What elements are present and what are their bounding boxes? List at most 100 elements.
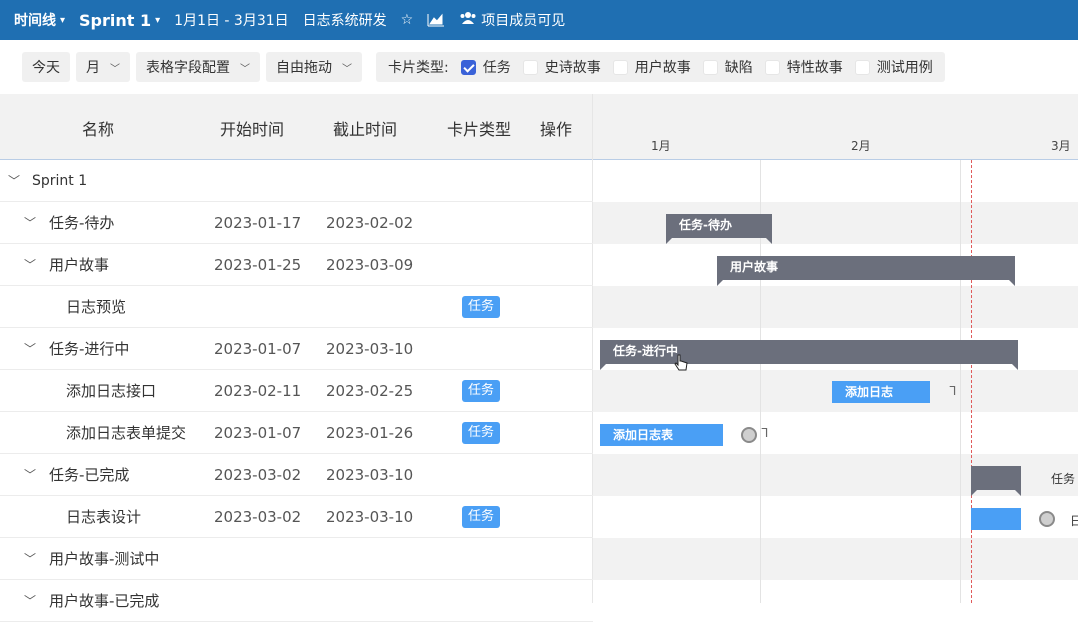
task-bar-design[interactable] [971,508,1021,530]
chevron-down-icon: ﹀ [342,63,352,75]
grid-line [960,160,961,603]
card-type-label-task: 任务 [482,60,511,76]
card-type-checkbox-feature[interactable] [764,59,780,75]
card-type-filter: 卡片类型: 任务 史诗故事 用户故事 缺陷 特性故事 测试用例 [376,52,945,82]
group-bar-done[interactable] [971,466,1021,496]
row-start-date: 2023-03-02 [214,507,302,526]
field-config-label: 表格字段配置 [146,60,230,76]
row-name: 日志预览 [66,298,127,316]
scale-select[interactable]: 月 ﹀ [76,52,130,82]
table-row[interactable]: ﹀ 用户故事-测试中 [0,538,593,580]
expand-toggle-icon[interactable]: ﹀ [24,592,36,609]
card-type-tag: 任务 [462,421,501,444]
view-selector[interactable]: 时间线 ▾ [14,10,65,30]
field-config-select[interactable]: 表格字段配置 ﹀ [136,52,260,82]
chevron-down-icon: ▾ [60,14,66,26]
task-bar-api[interactable]: 添加日志 [832,381,930,403]
row-name: 用户故事-已完成 [49,592,160,610]
today-line [971,160,972,603]
toolbar: 今天 月 ﹀ 表格字段配置 ﹀ 自由拖动 ﹀ 卡片类型: 任务 史诗故事 用户故… [0,40,1078,94]
pointer-cursor-icon [673,354,689,376]
row-name: Sprint 1 [32,172,88,189]
table-row[interactable]: ﹀ 用户故事-已完成 [0,580,593,622]
star-icon[interactable]: ☆ [401,12,414,28]
header-type[interactable]: 卡片类型 [447,116,511,140]
flag-icon: ᒣ [761,426,769,440]
sprint-selector[interactable]: Sprint 1 ▾ [79,11,160,30]
row-name: 任务-已完成 [49,466,130,484]
table-row[interactable]: ﹀ 任务-已完成 2023-03-02 2023-03-10 [0,454,593,496]
header-ops: 操作 [540,120,573,139]
row-end-date: 2023-02-02 [326,213,414,232]
card-type-checkbox-bug[interactable] [702,59,718,75]
card-type-label-story: 用户故事 [634,60,691,76]
card-type-label-bug: 缺陷 [724,60,753,76]
row-name: 添加日志表单提交 [66,424,187,442]
task-bar-form[interactable]: 添加日志表 [600,424,723,446]
today-button[interactable]: 今天 [22,52,70,82]
chart-icon[interactable] [427,13,445,27]
table-row[interactable]: 日志表设计 2023-03-02 2023-03-10 任务 [0,496,593,538]
header-name[interactable]: 名称 [82,116,114,140]
project-name: 日志系统研发 [302,13,387,29]
table-row[interactable]: ﹀ 任务-进行中 2023-01-07 2023-03-10 [0,328,593,370]
view-label: 时间线 [14,13,56,29]
table-row[interactable]: ﹀ 任务-待办 2023-01-17 2023-02-02 [0,202,593,244]
row-end-date: 2023-03-10 [326,465,414,484]
expand-toggle-icon[interactable]: ﹀ [8,172,20,189]
scale-label: 月 [86,60,100,76]
chart-row [593,160,1078,202]
drag-mode-label: 自由拖动 [276,60,332,76]
table-row[interactable]: ﹀ 用户故事 2023-01-25 2023-03-09 [0,244,593,286]
table-row[interactable]: 添加日志接口 2023-02-11 2023-02-25 任务 [0,370,593,412]
card-type-checkbox-task[interactable] [460,59,476,75]
chevron-down-icon: ﹀ [240,63,250,75]
row-start-date: 2023-01-25 [214,255,302,274]
expand-toggle-icon[interactable]: ﹀ [24,256,36,273]
members-label: 项目成员可见 [481,13,566,29]
card-type-tag: 任务 [462,505,501,528]
group-bar-done-label: 任务 [1051,472,1076,486]
avatar[interactable] [1039,511,1055,527]
row-name: 任务-进行中 [49,340,130,358]
card-type-label-feature: 特性故事 [786,60,843,76]
card-type-tag: 任务 [462,379,501,402]
row-start-date: 2023-01-07 [214,423,302,442]
group-bar-story[interactable]: 用户故事 [717,256,1015,286]
date-range: 1月1日 - 3月31日 [174,13,289,29]
card-type-checkbox-testcase[interactable] [854,59,870,75]
expand-toggle-icon[interactable]: ﹀ [24,340,36,357]
card-type-label-epic: 史诗故事 [544,60,601,76]
table-row[interactable]: ﹀ Sprint 1 [0,160,593,202]
row-start-date: 2023-01-07 [214,339,302,358]
avatar[interactable] [741,427,757,443]
chevron-down-icon: ▾ [155,14,161,26]
table-row[interactable]: 日志预览 任务 [0,286,593,328]
row-end-date: 2023-03-10 [326,507,414,526]
row-start-date: 2023-02-11 [214,381,302,400]
row-name: 任务-待办 [49,214,115,232]
top-bar: 时间线 ▾ Sprint 1 ▾ 1月1日 - 3月31日 日志系统研发 ☆ 项… [0,0,1078,40]
header-end[interactable]: 截止时间 [333,116,397,140]
card-type-label-testcase: 测试用例 [876,60,933,76]
chart-row [593,286,1078,328]
row-name: 添加日志接口 [66,382,157,400]
group-bar-todo[interactable]: 任务-待办 [666,214,772,244]
expand-toggle-icon[interactable]: ﹀ [24,550,36,567]
month-label-jan: 1月 [651,139,671,153]
expand-toggle-icon[interactable]: ﹀ [24,466,36,483]
task-grid: 名称 开始时间 截止时间 卡片类型 操作 ﹀ Sprint 1 ﹀ 任务-待办 2023… [0,94,593,622]
header-start[interactable]: 开始时间 [220,116,284,140]
row-name: 日志表设计 [66,508,142,526]
card-type-checkbox-story[interactable] [612,59,628,75]
group-bar-inprogress[interactable]: 任务-进行中 [600,340,1018,370]
card-type-checkbox-epic[interactable] [522,59,538,75]
table-row[interactable]: 添加日志表单提交 2023-01-07 2023-01-26 任务 [0,412,593,454]
card-type-tag: 任务 [462,295,501,318]
expand-toggle-icon[interactable]: ﹀ [24,214,36,231]
drag-mode-select[interactable]: 自由拖动 ﹀ [266,52,362,82]
month-label-mar: 3月 [1051,139,1071,153]
row-end-date: 2023-02-25 [326,381,414,400]
members-visibility[interactable]: 项目成员可见 [459,10,565,30]
chart-row [593,580,1078,603]
